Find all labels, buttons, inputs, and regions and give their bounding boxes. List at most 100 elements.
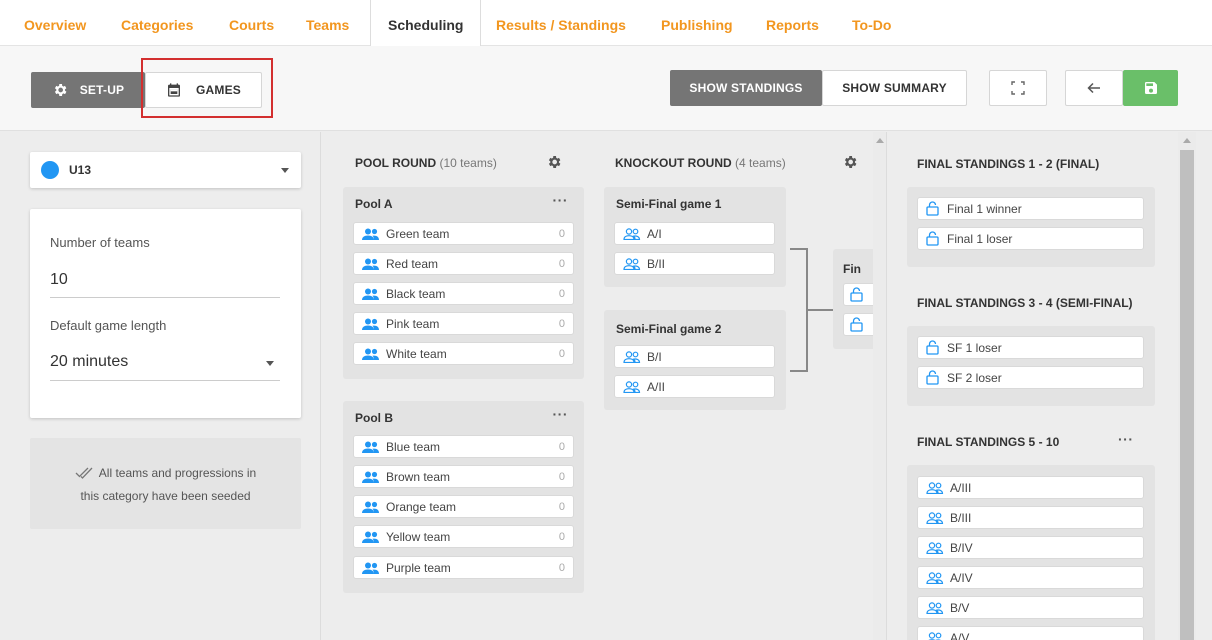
standings-scrollbar[interactable] <box>1178 132 1196 640</box>
back-button[interactable] <box>1065 70 1123 106</box>
standing-b4[interactable]: B/IV <box>917 536 1144 559</box>
pool-round-count: (10 teams) <box>439 156 497 170</box>
tab-scheduling[interactable]: Scheduling <box>370 0 482 47</box>
fullscreen-icon <box>1011 81 1025 95</box>
bracket-scrollbar[interactable] <box>873 132 886 640</box>
final-slot-2[interactable] <box>843 313 873 336</box>
team-brown[interactable]: Brown team 0 <box>353 465 574 488</box>
standing-a3[interactable]: A/III <box>917 476 1144 499</box>
team-icon <box>362 562 379 574</box>
lock-icon <box>850 287 863 307</box>
team-icon <box>362 531 379 543</box>
team-black[interactable]: Black team 0 <box>353 282 574 305</box>
standing-sf2-loser[interactable]: SF 2 loser <box>917 366 1144 389</box>
standing-label: SF 2 loser <box>947 370 1002 385</box>
tab-todo[interactable]: To-Do <box>852 0 891 46</box>
team-score: 0 <box>558 561 565 574</box>
team-name: Red team <box>386 256 439 271</box>
standing-label: Final 1 loser <box>947 231 1013 246</box>
team-outline-icon <box>926 481 944 494</box>
slot-label: A/I <box>647 226 662 241</box>
team-name: Orange team <box>386 499 457 514</box>
standings-1-2-title: FINAL STANDINGS 1 - 2 (FINAL) <box>917 157 1100 171</box>
team-white[interactable]: White team 0 <box>353 342 574 365</box>
slot-b1[interactable]: B/I <box>614 345 775 368</box>
team-score: 0 <box>558 470 565 483</box>
game-length-select[interactable]: 20 minutes <box>50 344 280 381</box>
slot-b2[interactable]: B/II <box>614 252 775 275</box>
team-icon <box>362 288 379 300</box>
show-summary-button[interactable]: SHOW SUMMARY <box>822 70 967 106</box>
lock-icon <box>926 201 939 216</box>
team-score: 0 <box>558 530 565 543</box>
team-name: Brown team <box>386 469 451 484</box>
standing-a5[interactable]: A/V <box>917 626 1144 640</box>
team-score: 0 <box>558 440 565 453</box>
lock-icon <box>926 370 939 385</box>
team-yellow[interactable]: Yellow team 0 <box>353 525 574 548</box>
pool-b-more-icon[interactable]: ··· <box>553 406 569 422</box>
knockout-settings-gear-icon[interactable] <box>842 154 858 175</box>
fullscreen-button[interactable] <box>989 70 1047 106</box>
slot-a1[interactable]: A/I <box>614 222 775 245</box>
chevron-down-icon <box>281 168 289 173</box>
standing-b3[interactable]: B/III <box>917 506 1144 529</box>
pool-a-more-icon[interactable]: ··· <box>553 192 569 208</box>
final-slot-1[interactable] <box>843 283 873 306</box>
team-score: 0 <box>558 317 565 330</box>
team-outline-icon <box>623 380 641 393</box>
show-standings-button[interactable]: SHOW STANDINGS <box>670 70 822 106</box>
standings-scroll-thumb[interactable] <box>1180 150 1194 640</box>
top-nav: Overview Categories Courts Teams Schedul… <box>0 0 1212 47</box>
team-blue[interactable]: Blue team 0 <box>353 435 574 458</box>
team-outline-icon <box>623 350 641 363</box>
standings-5-10-title: FINAL STANDINGS 5 - 10 <box>917 435 1060 449</box>
save-button[interactable] <box>1123 70 1178 106</box>
team-icon <box>362 348 379 360</box>
tab-categories[interactable]: Categories <box>121 0 193 46</box>
standing-final-winner[interactable]: Final 1 winner <box>917 197 1144 220</box>
final-game-title: Fin <box>843 262 861 276</box>
floppy-disk-icon <box>1143 80 1159 96</box>
category-select-value: U13 <box>69 163 92 177</box>
teams-count-input[interactable]: 10 <box>50 261 280 298</box>
slot-label: A/II <box>647 379 666 394</box>
team-purple[interactable]: Purple team 0 <box>353 556 574 579</box>
pool-settings-gear-icon[interactable] <box>546 154 562 175</box>
setup-button[interactable]: SET-UP <box>31 72 145 108</box>
category-select[interactable]: U13 <box>30 152 301 188</box>
pool-round-title-text: POOL ROUND <box>355 156 437 170</box>
standing-final-loser[interactable]: Final 1 loser <box>917 227 1144 250</box>
tab-publishing[interactable]: Publishing <box>661 0 733 46</box>
team-orange[interactable]: Orange team 0 <box>353 495 574 518</box>
tab-teams[interactable]: Teams <box>306 0 349 46</box>
team-score: 0 <box>558 287 565 300</box>
seeded-notice-line1: All teams and progressions in <box>98 466 257 480</box>
scroll-up-icon <box>876 138 884 143</box>
standing-b5[interactable]: B/V <box>917 596 1144 619</box>
standing-label: Final 1 winner <box>947 201 1022 216</box>
standing-a4[interactable]: A/IV <box>917 566 1144 589</box>
team-name: Purple team <box>386 560 451 575</box>
standings-5-10-more-icon[interactable]: ··· <box>1118 431 1134 447</box>
tab-reports[interactable]: Reports <box>766 0 819 46</box>
team-name: Blue team <box>386 439 441 454</box>
semi-final-2-title: Semi-Final game 2 <box>616 322 722 336</box>
tab-courts[interactable]: Courts <box>229 0 274 46</box>
teams-count-label: Number of teams <box>50 235 150 250</box>
slot-label: B/II <box>647 256 666 271</box>
tab-overview[interactable]: Overview <box>24 0 86 46</box>
pool-round-title: POOL ROUND (10 teams) <box>355 156 497 170</box>
chevron-down-icon <box>266 361 274 366</box>
tab-results-standings[interactable]: Results / Standings <box>496 0 626 46</box>
standing-sf1-loser[interactable]: SF 1 loser <box>917 336 1144 359</box>
bracket-connector <box>790 370 808 372</box>
standing-label: B/IV <box>950 540 973 555</box>
lock-icon <box>850 317 863 337</box>
team-green[interactable]: Green team 0 <box>353 222 574 245</box>
slot-a2[interactable]: A/II <box>614 375 775 398</box>
team-pink[interactable]: Pink team 0 <box>353 312 574 335</box>
games-highlight-box <box>141 58 273 118</box>
team-red[interactable]: Red team 0 <box>353 252 574 275</box>
gear-icon <box>52 82 68 98</box>
